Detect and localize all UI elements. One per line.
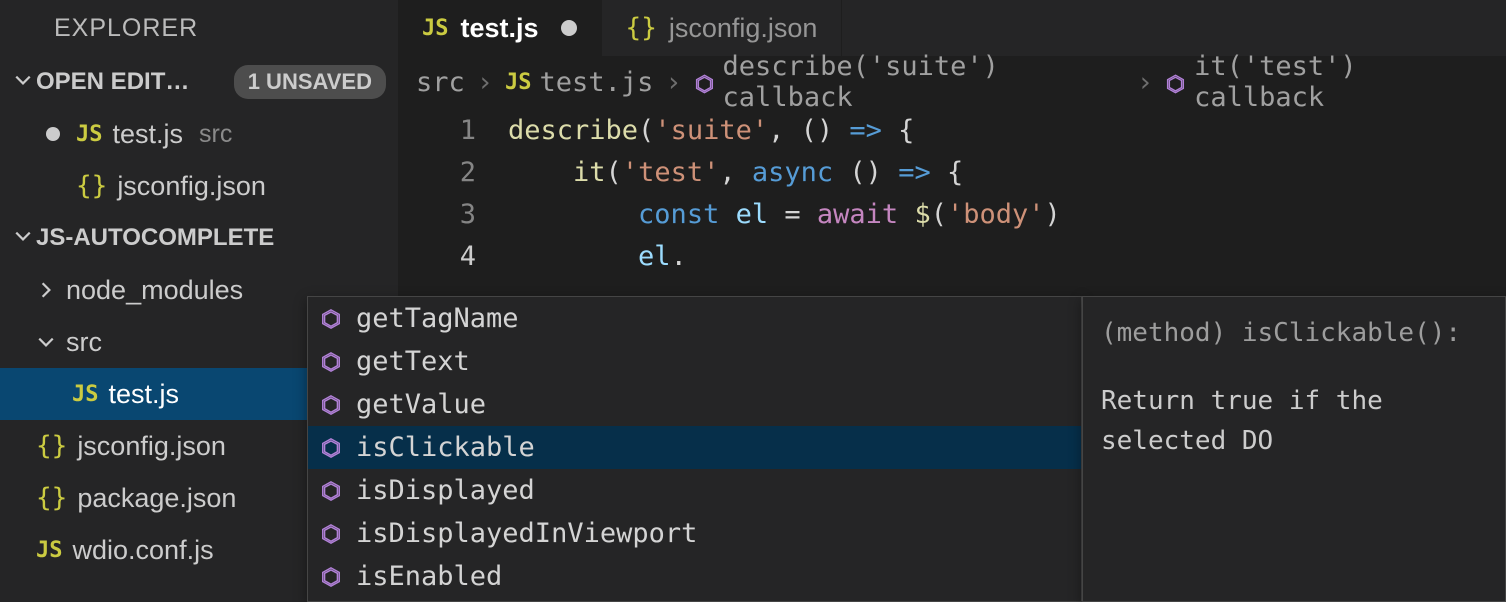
open-editor-item[interactable]: {} jsconfig.json — [0, 160, 398, 212]
js-file-icon: JS — [505, 70, 532, 95]
suggest-widget: getTagName getText getValue isClickable isDi… — [307, 296, 1082, 602]
suggest-item[interactable]: isDisplayedInViewport — [308, 512, 1081, 555]
code-line[interactable]: 3 const el = await $('body') — [398, 194, 1506, 236]
chevron-right-icon — [36, 275, 56, 306]
workspace-label: JS-AUTOCOMPLETE — [36, 224, 274, 252]
line-number: 2 — [398, 152, 508, 194]
method-icon — [318, 392, 344, 418]
suggest-docs-panel: (method) isClickable(): Return true if t… — [1082, 296, 1506, 602]
tab-label: test.js — [461, 13, 539, 44]
code-text: describe('suite', () => { — [508, 110, 914, 152]
method-icon — [318, 521, 344, 547]
suggest-item-label: isClickable — [356, 432, 535, 463]
open-editors-label: OPEN EDIT… — [36, 68, 189, 96]
suggest-item[interactable]: getTagName — [308, 297, 1081, 340]
code-line[interactable]: 2 it('test', async () => { — [398, 152, 1506, 194]
suggest-item[interactable]: getValue — [308, 383, 1081, 426]
cube-icon — [694, 71, 715, 93]
js-file-icon: JS — [36, 538, 63, 563]
chevron-down-icon — [14, 68, 36, 96]
breadcrumb-item[interactable]: describe('suite') callback — [694, 51, 1125, 113]
suggest-item[interactable]: isDisplayed — [308, 469, 1081, 512]
json-file-icon: {} — [36, 431, 67, 461]
js-file-icon: JS — [76, 122, 103, 147]
tree-item-label: jsconfig.json — [77, 431, 226, 462]
chevron-right-icon: › — [1137, 67, 1153, 98]
open-editor-item[interactable]: JS test.js src — [0, 108, 398, 160]
suggest-item-label: isDisplayed — [356, 475, 535, 506]
open-editor-dir: src — [199, 120, 232, 149]
tab-label: jsconfig.json — [669, 13, 818, 44]
unsaved-count-badge: 1 UNSAVED — [234, 65, 386, 99]
suggest-item-label: getTagName — [356, 303, 519, 334]
method-icon — [318, 564, 344, 590]
code-editor[interactable]: 1describe('suite', () => {2 it('test', a… — [398, 108, 1506, 278]
tree-item-label: src — [66, 327, 102, 358]
chevron-right-icon: › — [665, 67, 681, 98]
cube-icon — [1165, 71, 1186, 93]
open-editor-filename: jsconfig.json — [117, 171, 266, 202]
json-file-icon: {} — [626, 13, 657, 43]
suggest-description: Return true if the selected DO — [1101, 381, 1487, 461]
suggest-item[interactable]: isClickable — [308, 426, 1081, 469]
code-text: it('test', async () => { — [508, 152, 963, 194]
tab-test-js[interactable]: JS test.js — [398, 0, 602, 56]
breadcrumb[interactable]: src › JS test.js › describe('suite') cal… — [398, 56, 1506, 108]
tree-item-label: package.json — [77, 483, 236, 514]
code-line[interactable]: 1describe('suite', () => { — [398, 110, 1506, 152]
code-text: el. — [508, 236, 687, 278]
line-number: 4 — [398, 236, 508, 278]
line-number: 3 — [398, 194, 508, 236]
method-icon — [318, 435, 344, 461]
workspace-header[interactable]: JS-AUTOCOMPLETE — [0, 212, 398, 264]
code-text: const el = await $('body') — [508, 194, 1061, 236]
open-editor-filename: test.js — [113, 119, 184, 150]
code-line[interactable]: 4 el. — [398, 236, 1506, 278]
breadcrumb-item[interactable]: JS test.js — [505, 67, 653, 98]
chevron-down-icon — [36, 327, 56, 358]
chevron-down-icon — [14, 224, 36, 252]
breadcrumb-item[interactable]: src — [416, 67, 465, 98]
method-icon — [318, 306, 344, 332]
method-icon — [318, 478, 344, 504]
json-file-icon: {} — [76, 171, 107, 201]
js-file-icon: JS — [422, 16, 449, 41]
dirty-dot-icon — [561, 20, 577, 36]
suggest-item[interactable]: getText — [308, 340, 1081, 383]
suggest-item[interactable]: isEnabled — [308, 555, 1081, 598]
suggest-item-label: isDisplayedInViewport — [356, 518, 697, 549]
suggest-item-label: getText — [356, 346, 470, 377]
suggest-signature: (method) isClickable(): — [1101, 313, 1487, 353]
tree-item-label: node_modules — [66, 275, 243, 306]
dirty-dot-icon — [46, 127, 60, 141]
chevron-right-icon: › — [477, 67, 493, 98]
suggest-item-label: getValue — [356, 389, 486, 420]
explorer-title: EXPLORER — [0, 0, 398, 56]
line-number: 1 — [398, 110, 508, 152]
tree-item-label: test.js — [109, 379, 180, 410]
editor-tab-bar: JS test.js {} jsconfig.json — [398, 0, 1506, 56]
js-file-icon: JS — [72, 382, 99, 407]
tree-item-label: wdio.conf.js — [73, 535, 214, 566]
method-icon — [318, 349, 344, 375]
open-editors-header[interactable]: OPEN EDIT… 1 UNSAVED — [0, 56, 398, 108]
suggest-item-label: isEnabled — [356, 561, 502, 592]
breadcrumb-item[interactable]: it('test') callback — [1165, 51, 1488, 113]
tab-jsconfig[interactable]: {} jsconfig.json — [602, 0, 843, 56]
json-file-icon: {} — [36, 483, 67, 513]
